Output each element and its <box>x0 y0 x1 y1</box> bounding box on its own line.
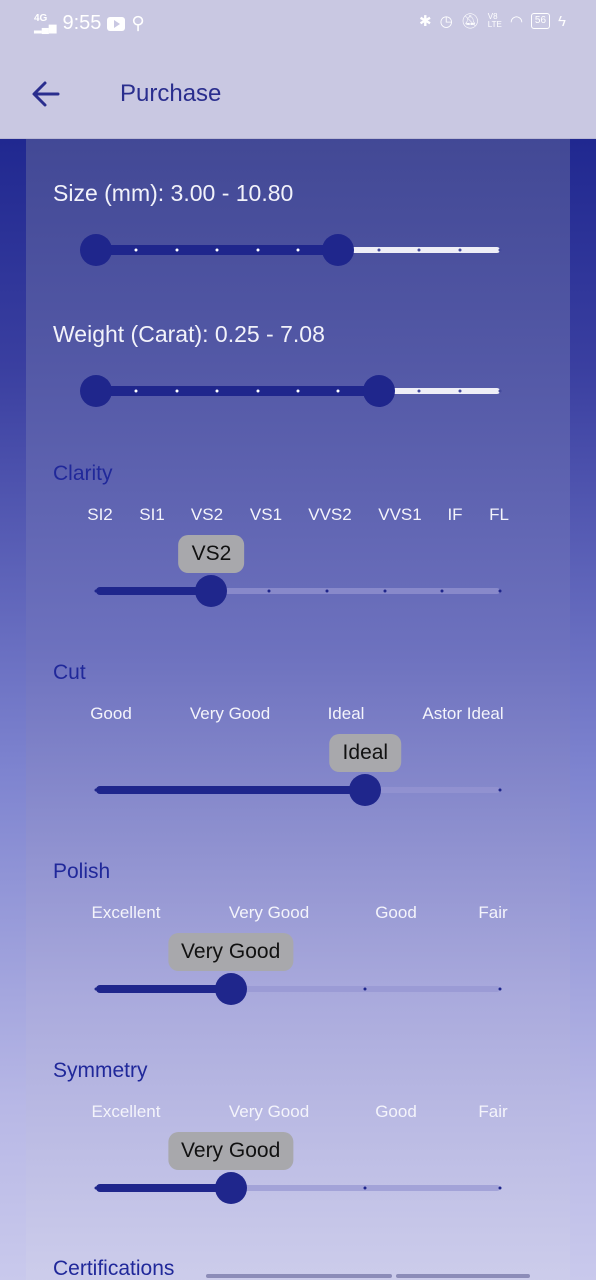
battery-icon: 56 <box>530 13 551 29</box>
symmetry-tick-dot <box>363 1186 367 1190</box>
polish-track-active <box>96 985 231 993</box>
size-range-label: Size (mm): 3.00 - 10.80 <box>53 180 294 206</box>
clarity-option-label: VS2 <box>190 505 224 524</box>
weight-tick-dot <box>256 389 260 393</box>
weight-thumb-start[interactable] <box>80 375 112 407</box>
clarity-tick-dot <box>152 589 156 593</box>
weight-tick-dot <box>498 389 502 393</box>
size-tick-dot <box>256 248 260 252</box>
polish-tick-dot <box>498 987 502 991</box>
size-tick-dot <box>134 248 138 252</box>
status-bar: 4G ▂▄▆ 9:55 ⚲ ✱ ◷ 🔕︎ V8 LTE ◠ 56 ϟ <box>0 0 596 48</box>
symmetry-option-label: Fair <box>478 1102 508 1121</box>
polish-title: Polish <box>53 860 111 883</box>
size-tick-dot <box>215 248 219 252</box>
clarity-option-label: VVS1 <box>378 505 422 524</box>
certification-bar <box>396 1274 530 1278</box>
polish-value-bubble: Very Good <box>168 933 294 971</box>
size-tick-dot <box>417 248 421 252</box>
youtube-icon <box>107 16 126 31</box>
symmetry-option-label: Good <box>375 1102 417 1121</box>
weight-thumb-end[interactable] <box>362 375 395 407</box>
clarity-option-label: VVS2 <box>308 505 352 524</box>
cut-option-label: Very Good <box>189 704 271 723</box>
size-thumb-start[interactable] <box>80 234 112 266</box>
weight-tick-dot <box>134 389 138 393</box>
clarity-tick-dot <box>267 589 271 593</box>
wifi-icon: ◠ <box>509 13 523 30</box>
certification-bar <box>206 1274 392 1278</box>
clarity-option-label: SI1 <box>139 505 165 524</box>
clarity-thumb[interactable] <box>195 575 228 607</box>
clarity-tick-dot <box>383 589 387 593</box>
symmetry-option-label: Excellent <box>91 1102 161 1121</box>
symmetry-value-bubble: Very Good <box>168 1132 294 1170</box>
usb-icon: ⚲ <box>131 13 145 33</box>
size-tick-dot <box>458 248 462 252</box>
charging-icon: ϟ <box>558 12 566 30</box>
bluetooth-icon: ✱ <box>419 13 432 30</box>
clarity-option-label: SI2 <box>87 505 113 524</box>
symmetry-title: Symmetry <box>53 1059 148 1082</box>
cut-tick-dot <box>94 788 98 792</box>
polish-tick-dot <box>363 987 367 991</box>
weight-tick-dot <box>215 389 219 393</box>
weight-tick-dot <box>296 389 300 393</box>
alarm-icon: ◷ <box>439 13 453 30</box>
arrow-left-icon <box>32 81 60 107</box>
cut-option-label: Astor Ideal <box>422 704 504 723</box>
clarity-option-label: VS1 <box>249 505 283 524</box>
polish-option-label: Excellent <box>91 903 161 922</box>
mute-icon: 🔕︎ <box>460 13 480 30</box>
clarity-title: Clarity <box>53 462 113 485</box>
clarity-option-label: IF <box>447 505 463 524</box>
clarity-tick-dot <box>94 589 98 593</box>
cut-thumb[interactable] <box>349 774 382 806</box>
signal-icon: 4G ▂▄▆ <box>34 12 57 34</box>
clock: 9:55 <box>62 12 102 34</box>
cut-tick-dot <box>229 788 233 792</box>
size-tick-dot <box>377 248 381 252</box>
cut-option-label: Ideal <box>327 704 365 723</box>
cut-title: Cut <box>53 661 86 684</box>
back-button[interactable] <box>28 76 64 112</box>
clarity-value-bubble: VS2 <box>178 535 245 573</box>
cut-value-bubble: Ideal <box>329 734 402 772</box>
polish-option-label: Fair <box>478 903 508 922</box>
cut-tick-dot <box>498 788 502 792</box>
symmetry-track-active <box>96 1184 231 1192</box>
size-tick-dot <box>498 248 502 252</box>
page-title: Purchase <box>120 80 222 107</box>
polish-option-label: Very Good <box>228 903 310 922</box>
weight-tick-dot <box>175 389 179 393</box>
polish-thumb[interactable] <box>214 973 247 1005</box>
size-tick-dot <box>175 248 179 252</box>
cut-option-label: Good <box>90 704 132 723</box>
clarity-tick-dot <box>440 589 444 593</box>
clarity-tick-dot <box>498 589 502 593</box>
polish-option-label: Good <box>375 903 417 922</box>
weight-tick-dot <box>336 389 340 393</box>
polish-tick-dot <box>94 987 98 991</box>
size-thumb-end[interactable] <box>322 234 355 266</box>
weight-tick-dot <box>458 389 462 393</box>
weight-range-label: Weight (Carat): 0.25 - 7.08 <box>53 321 325 347</box>
symmetry-option-label: Very Good <box>228 1102 310 1121</box>
size-tick-dot <box>296 248 300 252</box>
clarity-option-label: FL <box>489 505 509 524</box>
weight-tick-dot <box>417 389 421 393</box>
symmetry-tick-dot <box>498 1186 502 1190</box>
clarity-tick-dot <box>325 589 329 593</box>
symmetry-tick-dot <box>94 1186 98 1190</box>
symmetry-thumb[interactable] <box>214 1172 247 1204</box>
volte-icon: V8 LTE <box>487 12 502 29</box>
app-bar: Purchase <box>0 48 596 139</box>
certifications-title: Certifications <box>53 1257 175 1280</box>
